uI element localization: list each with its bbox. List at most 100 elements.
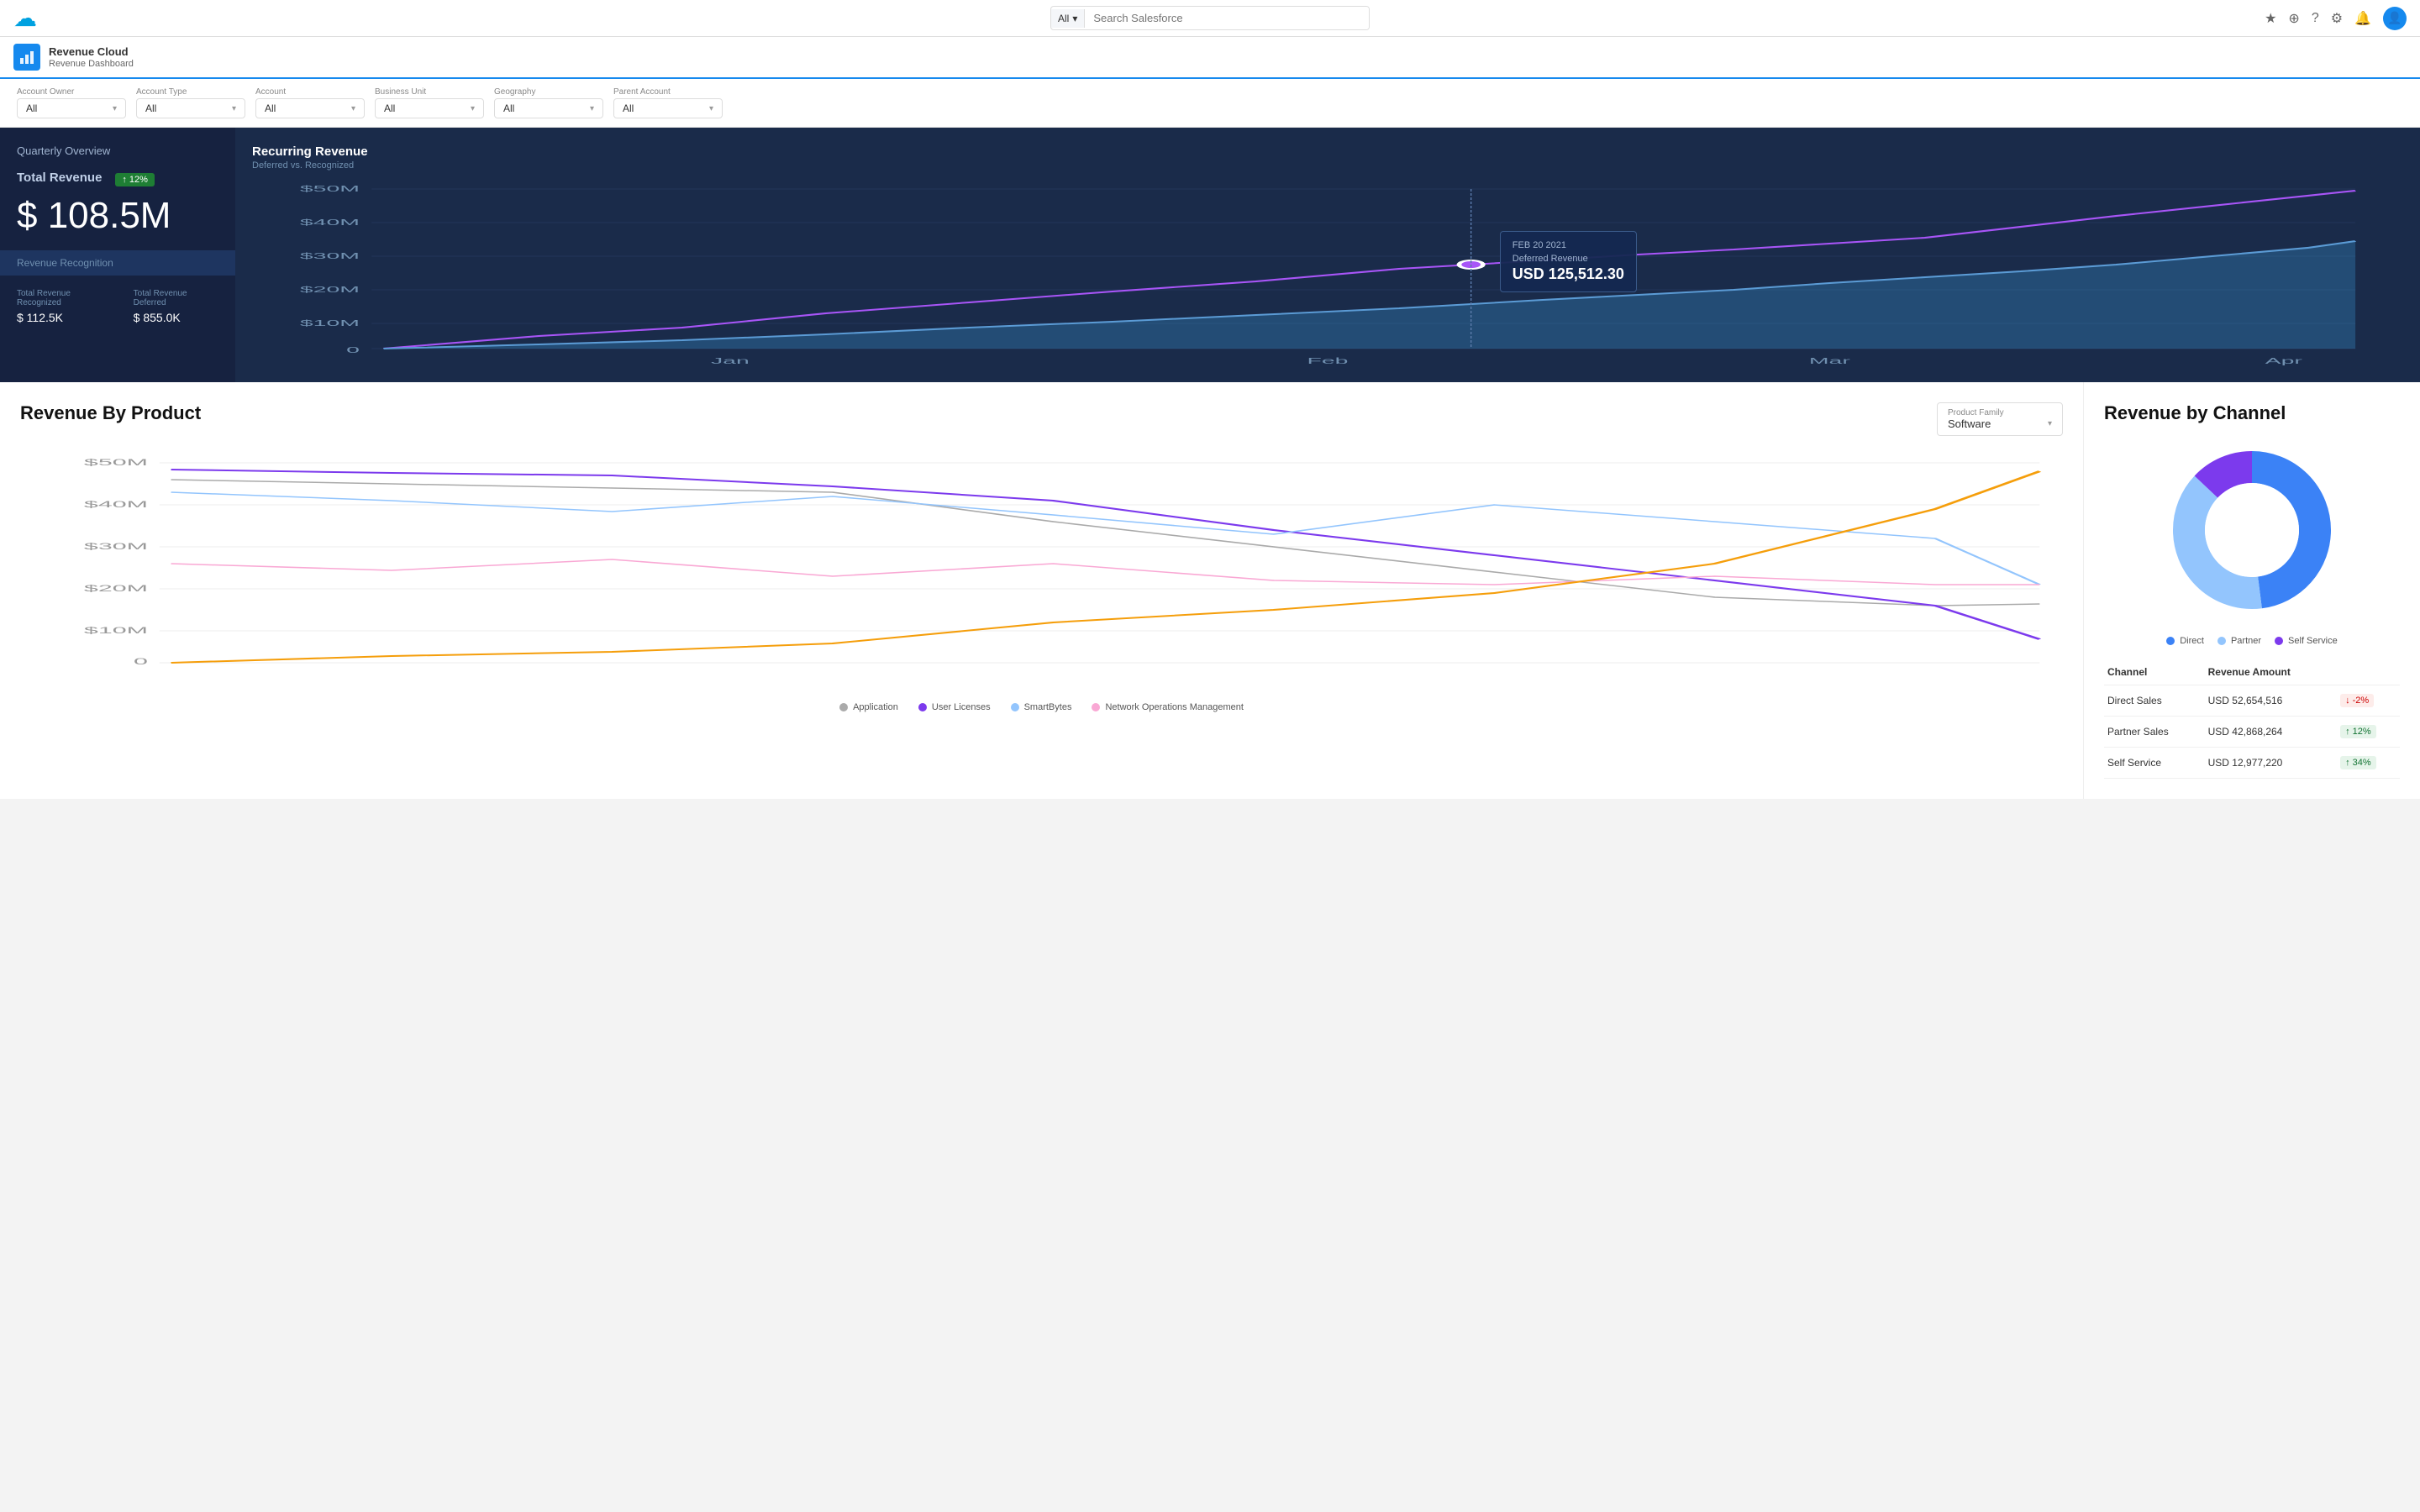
svg-text:$30M: $30M — [300, 251, 360, 260]
search-input[interactable] — [1085, 7, 1369, 29]
table-row: Direct Sales USD 52,654,516 ↓ -2% — [2104, 685, 2400, 717]
revenue-recognition-label: Revenue Recognition — [0, 250, 235, 276]
dashboard-name: Revenue Dashboard — [49, 59, 134, 69]
up-arrow-icon: ↑ — [122, 175, 127, 185]
revenue-by-product-panel: Revenue By Product Product Family Softwa… — [0, 382, 2084, 799]
svg-text:$40M: $40M — [300, 218, 360, 227]
revenue-stats: Total Revenue Recognized $ 112.5K Total … — [17, 289, 218, 324]
app-icon — [13, 44, 40, 71]
search-bar[interactable]: All ▾ — [1050, 6, 1370, 30]
smartbytes-label: SmartBytes — [1024, 702, 1072, 712]
channel-name: Self Service — [2104, 748, 2205, 779]
up-badge: ↑ 34% — [2340, 756, 2376, 769]
network-ops-dot — [1092, 703, 1100, 711]
donut-svg — [2160, 438, 2344, 622]
deferred-stat: Total Revenue Deferred $ 855.0K — [134, 289, 218, 324]
filter-business-unit: Business Unit All ▾ — [375, 87, 484, 118]
user-licenses-line — [171, 470, 2040, 639]
filter-account-owner-label: Account Owner — [17, 87, 126, 97]
user-licenses-dot — [918, 703, 927, 711]
app-name: Revenue Cloud — [49, 45, 134, 59]
svg-text:$20M: $20M — [300, 285, 360, 294]
product-chart: $50M $40M $30M $20M $10M 0 — [20, 454, 2063, 692]
search-scope-label: All — [1058, 13, 1069, 24]
network-ops-line — [171, 559, 2040, 585]
application-line — [171, 480, 2040, 606]
direct-dot — [2166, 637, 2175, 645]
channel-name: Direct Sales — [2104, 685, 2205, 717]
deferred-value: $ 855.0K — [134, 311, 181, 324]
svg-text:Mar: Mar — [1809, 356, 1850, 365]
total-revenue-label: Total Revenue — [17, 171, 102, 185]
help-icon[interactable]: ? — [2312, 11, 2319, 26]
filter-geography: Geography All ▾ — [494, 87, 603, 118]
recognized-value: $ 112.5K — [17, 311, 63, 324]
product-family-filter-label: Product Family — [1948, 408, 2052, 417]
filters-bar: Account Owner All ▾ Account Type All ▾ A… — [0, 79, 2420, 128]
filter-geography-label: Geography — [494, 87, 603, 97]
amount-col-header: Revenue Amount — [2205, 659, 2337, 685]
svg-text:$50M: $50M — [84, 457, 148, 468]
filter-parent-account-label: Parent Account — [613, 87, 723, 97]
smartbytes-line — [171, 492, 2040, 585]
chevron-down-icon: ▾ — [471, 104, 475, 113]
filter-account-type: Account Type All ▾ — [136, 87, 245, 118]
svg-text:Apr: Apr — [2265, 356, 2302, 365]
table-row: Partner Sales USD 42,868,264 ↑ 12% — [2104, 717, 2400, 748]
application-label: Application — [853, 702, 898, 712]
user-avatar[interactable]: 👤 — [2383, 7, 2407, 30]
down-arrow-icon: ↓ — [2345, 696, 2350, 706]
product-chart-svg: $50M $40M $30M $20M $10M 0 — [20, 454, 2063, 690]
self-service-legend: Self Service — [2275, 636, 2338, 646]
recurring-revenue-svg: $50M $40M $30M $20M $10M 0 Jan Feb Mar A… — [252, 181, 2403, 365]
partner-dot — [2217, 637, 2226, 645]
svg-text:$40M: $40M — [84, 499, 148, 510]
donut-legend: Direct Partner Self Service — [2104, 636, 2400, 646]
revenue-badge: ↑ 12% — [115, 173, 155, 186]
chevron-down-icon: ▾ — [709, 104, 713, 113]
recurring-revenue-subtitle: Deferred vs. Recognized — [252, 160, 2403, 171]
donut-center — [2205, 483, 2299, 577]
self-service-dot — [2275, 637, 2283, 645]
channel-amount: USD 12,977,220 — [2205, 748, 2337, 779]
filter-account: Account All ▾ — [255, 87, 365, 118]
quarterly-overview-panel: Quarterly Overview Total Revenue ↑ 12% $… — [0, 128, 235, 382]
filter-business-unit-value: All — [384, 102, 395, 114]
favorites-icon[interactable]: ★ — [2265, 10, 2276, 27]
up-arrow-icon: ↑ — [2345, 758, 2350, 768]
badge-col-header — [2337, 659, 2400, 685]
channel-table-body: Direct Sales USD 52,654,516 ↓ -2% Partne… — [2104, 685, 2400, 779]
filter-parent-account-select[interactable]: All ▾ — [613, 98, 723, 118]
direct-label: Direct — [2180, 636, 2204, 646]
search-scope[interactable]: All ▾ — [1051, 9, 1085, 28]
table-row: Self Service USD 12,977,220 ↑ 34% — [2104, 748, 2400, 779]
product-legend: Application User Licenses SmartBytes Net… — [20, 702, 2063, 712]
network-ops-label: Network Operations Management — [1105, 702, 1243, 712]
filter-account-select[interactable]: All ▾ — [255, 98, 365, 118]
product-family-filter[interactable]: Product Family Software ▾ — [1937, 402, 2063, 436]
notifications-icon[interactable]: 🔔 — [2354, 10, 2371, 27]
filter-business-unit-select[interactable]: All ▾ — [375, 98, 484, 118]
chevron-down-icon: ▾ — [590, 104, 594, 113]
recurring-revenue-chart: $50M $40M $30M $20M $10M 0 Jan Feb Mar A… — [252, 181, 2403, 365]
badge-text: 12% — [2353, 727, 2371, 737]
channel-amount: USD 52,654,516 — [2205, 685, 2337, 717]
filter-account-owner: Account Owner All ▾ — [17, 87, 126, 118]
revenue-by-channel-title: Revenue by Channel — [2104, 402, 2400, 424]
smartbytes-dot — [1011, 703, 1019, 711]
svg-text:0: 0 — [346, 345, 360, 354]
filter-geography-value: All — [503, 102, 514, 114]
add-icon[interactable]: ⊕ — [2288, 10, 2299, 27]
filter-account-type-select[interactable]: All ▾ — [136, 98, 245, 118]
filter-business-unit-label: Business Unit — [375, 87, 484, 97]
filter-account-owner-select[interactable]: All ▾ — [17, 98, 126, 118]
self-service-label: Self Service — [2288, 636, 2338, 646]
filter-geography-select[interactable]: All ▾ — [494, 98, 603, 118]
settings-icon[interactable]: ⚙ — [2331, 10, 2343, 27]
filter-account-label: Account — [255, 87, 365, 97]
filter-parent-account: Parent Account All ▾ — [613, 87, 723, 118]
revenue-by-channel-panel: Revenue by Channel Direct Partner — [2084, 382, 2420, 799]
revenue-by-product-title: Revenue By Product — [20, 402, 201, 424]
bottom-section: Revenue By Product Product Family Softwa… — [0, 382, 2420, 799]
deferred-label: Total Revenue Deferred — [134, 289, 218, 307]
